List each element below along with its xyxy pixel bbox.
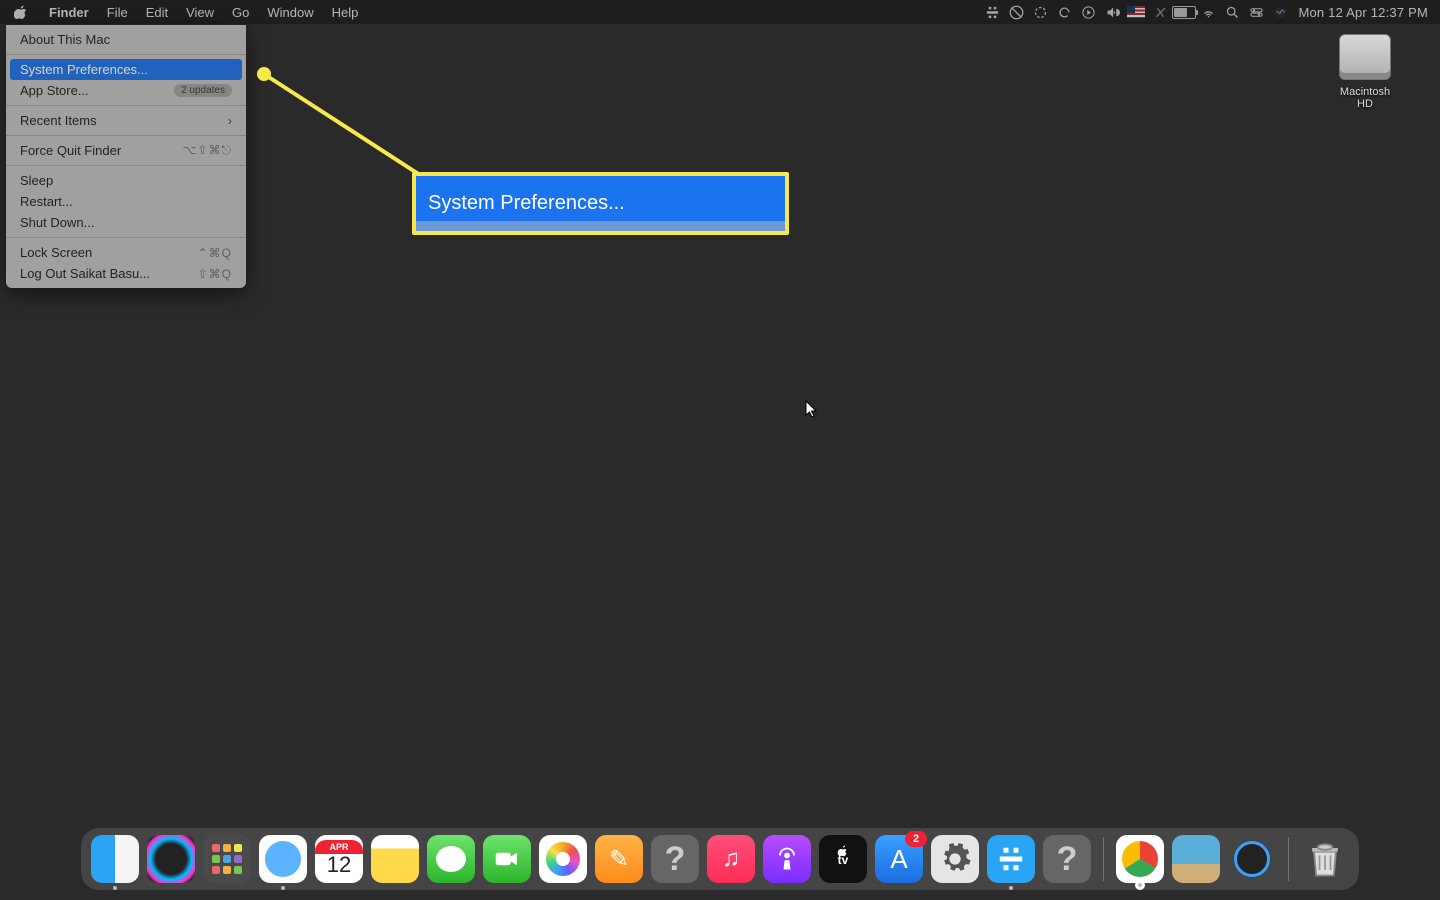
menu-item-label: Log Out Saikat Basu... — [20, 266, 150, 281]
dock-item-notes[interactable] — [371, 835, 419, 883]
dock-separator — [1288, 837, 1289, 881]
hard-drive-icon — [1339, 34, 1391, 80]
mouse-cursor-icon — [805, 400, 819, 418]
desktop-icon-label: Macintosh — [1324, 86, 1406, 98]
menu-item-label: About This Mac — [20, 32, 110, 47]
volume-icon[interactable] — [1100, 0, 1124, 24]
desktop-icon-label: HD — [1324, 98, 1406, 110]
menu-separator — [6, 165, 246, 166]
annotation-text: System Preferences... — [428, 192, 625, 215]
desktop-icon-macintosh-hd[interactable]: Macintosh HD — [1324, 34, 1406, 110]
menu-item-label: Force Quit Finder — [20, 143, 121, 158]
menu-shortcut: ⇧⌘Q — [198, 267, 232, 281]
menu-item-shut-down[interactable]: Shut Down... — [6, 212, 246, 233]
status-icon-3[interactable] — [1148, 0, 1172, 24]
menubar-item-window[interactable]: Window — [258, 0, 322, 24]
menu-item-recent-items[interactable]: Recent Items › — [6, 110, 246, 131]
menubar-item-edit[interactable]: Edit — [137, 0, 177, 24]
menu-item-label: Shut Down... — [20, 215, 94, 230]
menu-item-label: Recent Items — [20, 113, 97, 128]
dock-item-photos[interactable] — [539, 835, 587, 883]
control-center-icon[interactable] — [1244, 0, 1268, 24]
dock-item-unknown-1[interactable]: ? — [651, 835, 699, 883]
dock: APR12 ✎ ? ♫ 2 ? — [81, 828, 1359, 890]
menu-item-label: System Preferences... — [20, 62, 148, 77]
menu-shortcut: ⌃⌘Q — [198, 246, 232, 260]
status-icon-1[interactable] — [1004, 0, 1028, 24]
menu-item-restart[interactable]: Restart... — [6, 191, 246, 212]
menubar-item-file[interactable]: File — [98, 0, 137, 24]
dock-item-unknown-2[interactable]: ? — [1043, 835, 1091, 883]
menubar-item-view[interactable]: View — [177, 0, 223, 24]
dock-item-music[interactable]: ♫ — [707, 835, 755, 883]
menu-item-lock-screen[interactable]: Lock Screen ⌃⌘Q — [6, 242, 246, 263]
dock-item-tv[interactable] — [819, 835, 867, 883]
menu-item-log-out[interactable]: Log Out Saikat Basu... ⇧⌘Q — [6, 263, 246, 284]
menubar: Finder File Edit View Go Window Help Mon… — [0, 0, 1440, 24]
submenu-chevron-icon: › — [228, 113, 232, 128]
dock-item-facetime[interactable] — [483, 835, 531, 883]
sync-icon[interactable] — [1052, 0, 1076, 24]
dock-item-podcasts[interactable] — [763, 835, 811, 883]
dock-item-snagit[interactable] — [987, 835, 1035, 883]
menu-item-force-quit[interactable]: Force Quit Finder ⌥⇧⌘⎋ — [6, 140, 246, 161]
dock-item-safari[interactable] — [259, 835, 307, 883]
menu-separator — [6, 135, 246, 136]
siri-icon[interactable] — [1268, 0, 1292, 24]
now-playing-icon[interactable] — [1076, 0, 1100, 24]
launchpad-icon — [212, 844, 242, 874]
apple-logo-icon — [14, 5, 28, 19]
dock-item-messages[interactable] — [427, 835, 475, 883]
apple-menu-dropdown: About This Mac System Preferences... App… — [6, 25, 246, 288]
dock-item-preview[interactable] — [1172, 835, 1220, 883]
snagit-icon — [996, 844, 1026, 874]
gear-icon — [938, 842, 972, 876]
menubar-item-go[interactable]: Go — [223, 0, 258, 24]
menu-separator — [6, 237, 246, 238]
dock-item-app-store[interactable]: 2 — [875, 835, 923, 883]
facetime-icon — [492, 844, 522, 874]
menubar-right: Mon 12 Apr 12:37 PM — [980, 0, 1440, 24]
menu-item-label: App Store... — [20, 83, 89, 98]
dock-item-finder[interactable] — [91, 835, 139, 883]
dock-badge: 2 — [905, 831, 927, 847]
dock-item-quicktime[interactable] — [1228, 835, 1276, 883]
dock-item-pages[interactable]: ✎ — [595, 835, 643, 883]
podcasts-icon — [773, 845, 801, 873]
calendar-day: 12 — [327, 852, 351, 878]
menu-item-label: Lock Screen — [20, 245, 92, 260]
apple-menu-button[interactable] — [0, 0, 40, 24]
dock-item-calendar[interactable]: APR12 — [315, 835, 363, 883]
snagit-menubar-icon[interactable] — [980, 0, 1004, 24]
menu-item-sleep[interactable]: Sleep — [6, 170, 246, 191]
menubar-item-help[interactable]: Help — [323, 0, 368, 24]
dock-item-chrome[interactable] — [1116, 835, 1164, 883]
annotation-callout: System Preferences... — [412, 172, 789, 235]
menu-shortcut: ⌥⇧⌘⎋ — [183, 143, 232, 158]
battery-icon[interactable] — [1172, 0, 1196, 24]
menu-separator — [6, 54, 246, 55]
menu-item-label: Sleep — [20, 173, 53, 188]
trash-icon — [1303, 837, 1347, 881]
menu-item-system-preferences[interactable]: System Preferences... — [10, 59, 242, 80]
spotlight-icon[interactable] — [1220, 0, 1244, 24]
dock-item-launchpad[interactable] — [203, 835, 251, 883]
dock-separator — [1103, 837, 1104, 881]
dock-item-trash[interactable] — [1301, 835, 1349, 883]
menu-separator — [6, 105, 246, 106]
menubar-app-name[interactable]: Finder — [40, 0, 98, 24]
menubar-clock[interactable]: Mon 12 Apr 12:37 PM — [1292, 5, 1440, 20]
menu-item-app-store[interactable]: App Store... 2 updates — [6, 80, 246, 101]
input-source-icon[interactable] — [1124, 0, 1148, 24]
menu-item-label: Restart... — [20, 194, 73, 209]
dock-item-siri[interactable] — [147, 835, 195, 883]
wifi-icon[interactable] — [1196, 0, 1220, 24]
dock-item-system-preferences[interactable] — [931, 835, 979, 883]
updates-badge: 2 updates — [174, 84, 232, 97]
menu-item-about-this-mac[interactable]: About This Mac — [6, 29, 246, 50]
us-flag-icon — [1127, 6, 1145, 18]
apple-logo-icon — [837, 845, 849, 857]
menubar-left: Finder File Edit View Go Window Help — [0, 0, 367, 24]
status-icon-2[interactable] — [1028, 0, 1052, 24]
